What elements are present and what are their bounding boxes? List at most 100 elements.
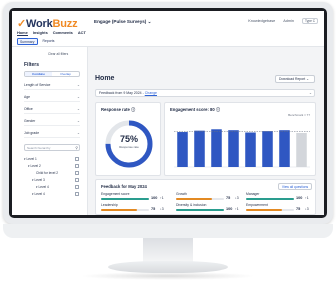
clear-filters-link[interactable]: Clear all filters <box>48 52 68 56</box>
metric-bar-track <box>176 209 224 211</box>
hierarchy-item[interactable]: ▾ Level 4 <box>36 185 49 189</box>
feedback-metric[interactable]: Engagement score 100 ↑1 <box>101 192 167 203</box>
filter-gender[interactable]: Gender ⌄ <box>24 118 80 126</box>
download-report-button[interactable]: Download Report ⌄ <box>275 75 315 83</box>
type-input[interactable]: Type C <box>302 18 318 24</box>
engagement-bar[interactable] <box>228 130 239 167</box>
hierarchy-item[interactable]: ▾ Level 1 <box>24 157 37 161</box>
logo-text-buzz: Buzz <box>52 18 78 30</box>
chevron-down-icon: ⌄ <box>76 131 80 135</box>
metric-score: 100 <box>226 207 233 211</box>
feedback-metric[interactable]: Diversity & inclusion 100 ↑1 <box>176 203 242 214</box>
metric-score: 100 <box>296 196 303 200</box>
metric-bar-track <box>246 209 294 211</box>
tab-comments[interactable]: Comments <box>53 30 73 36</box>
chevron-down-icon: ⌄ <box>76 107 80 111</box>
toggle-combine[interactable]: Combine <box>25 72 52 76</box>
feedback-title: Feedback for May 2024 <box>101 184 147 189</box>
metric-name: Leadership <box>101 203 118 207</box>
response-rate-card: Response rate ⓘ 75% Response rate <box>95 102 161 176</box>
tab-home[interactable]: Home <box>17 30 28 36</box>
response-rate-title: Response rate ⓘ <box>101 107 136 112</box>
metric-delta: ↑1 <box>235 207 239 211</box>
hierarchy-checkbox[interactable] <box>75 185 79 189</box>
tab-act[interactable]: ACT <box>78 30 86 36</box>
feedback-period-text: Feedback from 9 May 2024 - <box>99 91 145 95</box>
engagement-bar[interactable] <box>194 130 205 167</box>
header-links: Knowledgebase Admin Type C <box>248 18 318 24</box>
monitor-stand-foot <box>108 261 228 273</box>
metric-bar-fill <box>101 198 149 200</box>
subtab-reports[interactable]: Reports <box>41 38 57 45</box>
view-all-questions-button[interactable]: View all questions <box>278 183 312 190</box>
sub-nav: Summary Reports <box>17 38 56 45</box>
monitor-bezel: ✓WorkBuzz Engage (Pulse Surveys) ⌄ Knowl… <box>9 8 327 218</box>
survey-selector[interactable]: Engage (Pulse Surveys) ⌄ <box>94 19 151 25</box>
logo-text-work: Work <box>26 18 53 30</box>
metric-bar-fill <box>246 209 282 211</box>
engagement-bar[interactable] <box>211 129 222 167</box>
feedback-metric[interactable]: Leadership 75 ↓3 <box>101 203 167 214</box>
metric-bar-track <box>246 198 294 200</box>
tab-insights[interactable]: Insights <box>33 30 48 36</box>
toggle-overlap[interactable]: Overlap <box>52 72 79 76</box>
filter-length-of-service[interactable]: Length of Service ⌄ <box>24 82 80 90</box>
hierarchy-checkbox[interactable] <box>75 192 79 196</box>
metric-delta: ↓3 <box>160 207 164 211</box>
filter-label: Age <box>24 95 31 99</box>
engagement-score-card: Engagement score: 80 ⓘ Benchmark = 77 <box>164 102 316 176</box>
hierarchy-item[interactable]: Child for level 2 <box>36 171 58 175</box>
donut-chart <box>105 120 153 168</box>
filter-age[interactable]: Age ⌄ <box>24 94 80 102</box>
subtab-summary[interactable]: Summary <box>17 38 38 45</box>
search-icon: ⚲ <box>75 146 78 150</box>
hierarchy-checkbox[interactable] <box>75 164 79 168</box>
workbuzz-logo[interactable]: ✓WorkBuzz <box>17 17 78 30</box>
hierarchy-search-input[interactable]: Search hierarchy ⚲ <box>24 144 80 151</box>
app-screen: ✓WorkBuzz Engage (Pulse Surveys) ⌄ Knowl… <box>12 11 324 215</box>
engagement-bar[interactable] <box>177 132 188 167</box>
hierarchy-checkbox[interactable] <box>75 157 79 161</box>
engagement-bar[interactable] <box>262 131 273 167</box>
logo-icon: ✓ <box>17 18 27 30</box>
change-period-link[interactable]: Change <box>145 91 157 95</box>
knowledgebase-link[interactable]: Knowledgebase <box>248 19 275 23</box>
top-bar: ✓WorkBuzz Engage (Pulse Surveys) ⌄ Knowl… <box>12 11 324 47</box>
filter-mode-toggle: Combine Overlap <box>24 71 80 77</box>
hierarchy-label: Level 4 <box>34 192 45 196</box>
metric-bar-fill <box>101 209 137 211</box>
filter-job-grade[interactable]: Job grade ⌄ <box>24 130 80 138</box>
metric-bar-track <box>101 198 149 200</box>
metric-delta: ↑1 <box>160 196 164 200</box>
metric-bar-track <box>101 209 149 211</box>
monitor-shadow <box>80 272 256 280</box>
metric-bar-track <box>176 198 224 200</box>
monitor-stand-neck <box>143 238 193 262</box>
metric-name: Manager <box>246 192 260 196</box>
filter-office[interactable]: Office ⌄ <box>24 106 80 114</box>
feedback-metric[interactable]: Empowerment 75 ↓3 <box>246 203 312 214</box>
response-rate-value: 75% <box>119 134 138 144</box>
admin-link[interactable]: Admin <box>283 19 294 23</box>
feedback-metric[interactable]: Growth 75 ↓3 <box>176 192 242 203</box>
feedback-period-selector[interactable]: Feedback from 9 May 2024 - Change ⌄ <box>95 89 315 97</box>
hierarchy-checkbox[interactable] <box>75 171 79 175</box>
hierarchy-label: Level 1 <box>26 157 37 161</box>
engagement-bar[interactable] <box>279 130 290 167</box>
hierarchy-item[interactable]: ▾ Level 3 <box>32 178 45 182</box>
feedback-metric[interactable]: Manager 100 ↑1 <box>246 192 312 203</box>
filter-label: Job grade <box>24 131 40 135</box>
metric-score: 100 <box>151 196 158 200</box>
hierarchy-checkbox[interactable] <box>75 178 79 182</box>
hierarchy-item[interactable]: ▾ Level 4 <box>32 192 45 196</box>
metric-score: 75 <box>226 196 231 200</box>
hierarchy-label: Level 3 <box>34 178 45 182</box>
engagement-bar[interactable] <box>245 132 256 168</box>
engagement-bar[interactable] <box>296 132 307 167</box>
chevron-down-icon: ⌄ <box>76 119 80 123</box>
hierarchy-item[interactable]: ▾ Level 2 <box>28 164 41 168</box>
monitor-chin <box>3 224 333 238</box>
metric-name: Diversity & inclusion <box>176 203 207 207</box>
filter-label: Office <box>24 107 33 111</box>
main-content: Home Download Report ⌄ Feedback from 9 M… <box>89 47 324 215</box>
